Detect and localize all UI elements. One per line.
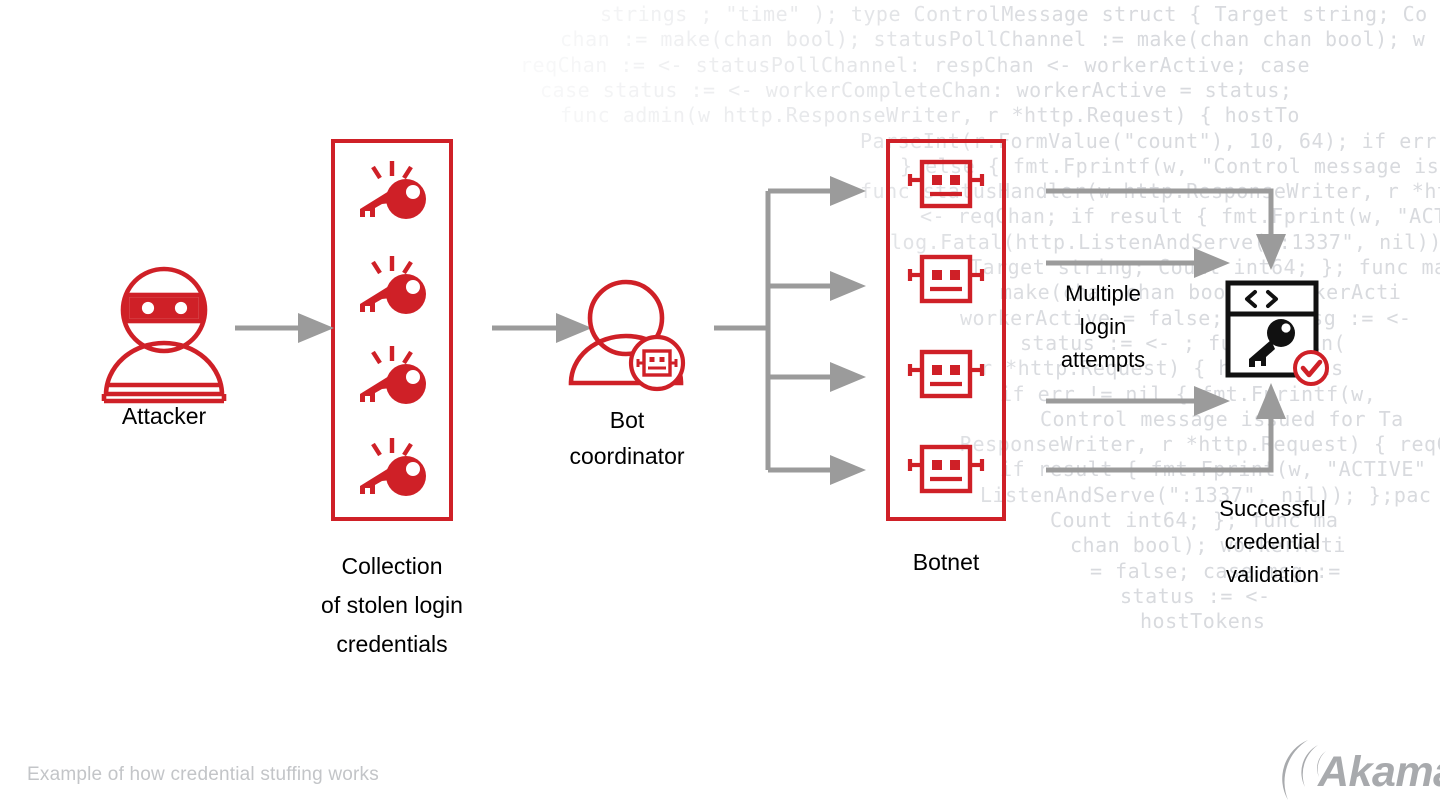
code-line: if err != nil { fmt.Fprintf(w, <box>1000 381 1377 406</box>
code-line: strings ; "time" ); type ControlMessage … <box>600 2 1428 26</box>
attempts-label-line3: attempts <box>1060 347 1146 372</box>
arrow-botnet-login-attempt-1 <box>1046 188 1286 270</box>
multiple-login-attempts-label: Multiple login attempts <box>1013 277 1193 376</box>
botnet-label: Botnet <box>912 549 980 575</box>
code-line: chan := make(chan bool); statusPollChann… <box>560 27 1426 52</box>
attempts-label-line2: login <box>1079 314 1127 339</box>
code-line: if result { fmt.Fprint(w, "ACTIVE" <box>1000 457 1427 482</box>
arrow-successful-validation <box>1046 383 1286 473</box>
code-line: func admin(w http.ResponseWriter, r *htt… <box>560 103 1300 128</box>
code-line: hostTokens <box>1140 609 1266 634</box>
diagram-canvas: strings ; "time" ); type ControlMessage … <box>0 0 1440 810</box>
attempts-label-line1: Multiple <box>1065 281 1141 306</box>
figure-caption: Example of how credential stuffing works <box>27 764 379 785</box>
coordinator-label-line2: coordinator <box>569 443 685 469</box>
code-line: reqChan := <- statusPollChannel: respCha… <box>520 52 1311 77</box>
code-line: Control message issued for Ta <box>1040 406 1404 431</box>
attacker-eye-holes <box>137 297 192 319</box>
validation-label-line2: credential <box>1224 529 1321 554</box>
code-background: strings ; "time" ); type ControlMessage … <box>0 0 1440 700</box>
stolen-credentials-label: Collection of stolen login credentials <box>252 547 532 664</box>
bot-coordinator-badge-icon <box>628 334 686 392</box>
credentials-label-line2: of stolen login <box>321 592 463 618</box>
validation-label-line1: Successful <box>1219 496 1326 521</box>
key-glyph-icon <box>1249 319 1295 367</box>
attacker-label: Attacker <box>121 403 207 429</box>
code-line: case status := <- workerCompleteChan: wo… <box>540 77 1293 102</box>
credentials-label-line3: credentials <box>336 631 448 657</box>
bot-coordinator-label: Bot coordinator <box>507 402 747 474</box>
stolen-credentials-box <box>331 139 453 521</box>
code-line: ResponseWriter, r *http.Request) { reqCh… <box>960 432 1440 457</box>
attacker-mask-band-fill <box>0 0 199 319</box>
coordinator-label-line1: Bot <box>609 407 645 433</box>
successful-validation-label: Successful credential validation <box>1175 492 1370 591</box>
bot-coordinator-icon <box>568 279 684 386</box>
akamai-wordmark: Akamai <box>1318 748 1440 796</box>
validation-label-line3: validation <box>1226 562 1319 587</box>
botnet-box <box>886 139 1006 521</box>
code-window-key-icon <box>1225 280 1329 386</box>
attacker-icon <box>101 266 227 404</box>
credentials-label-line1: Collection <box>341 553 443 579</box>
